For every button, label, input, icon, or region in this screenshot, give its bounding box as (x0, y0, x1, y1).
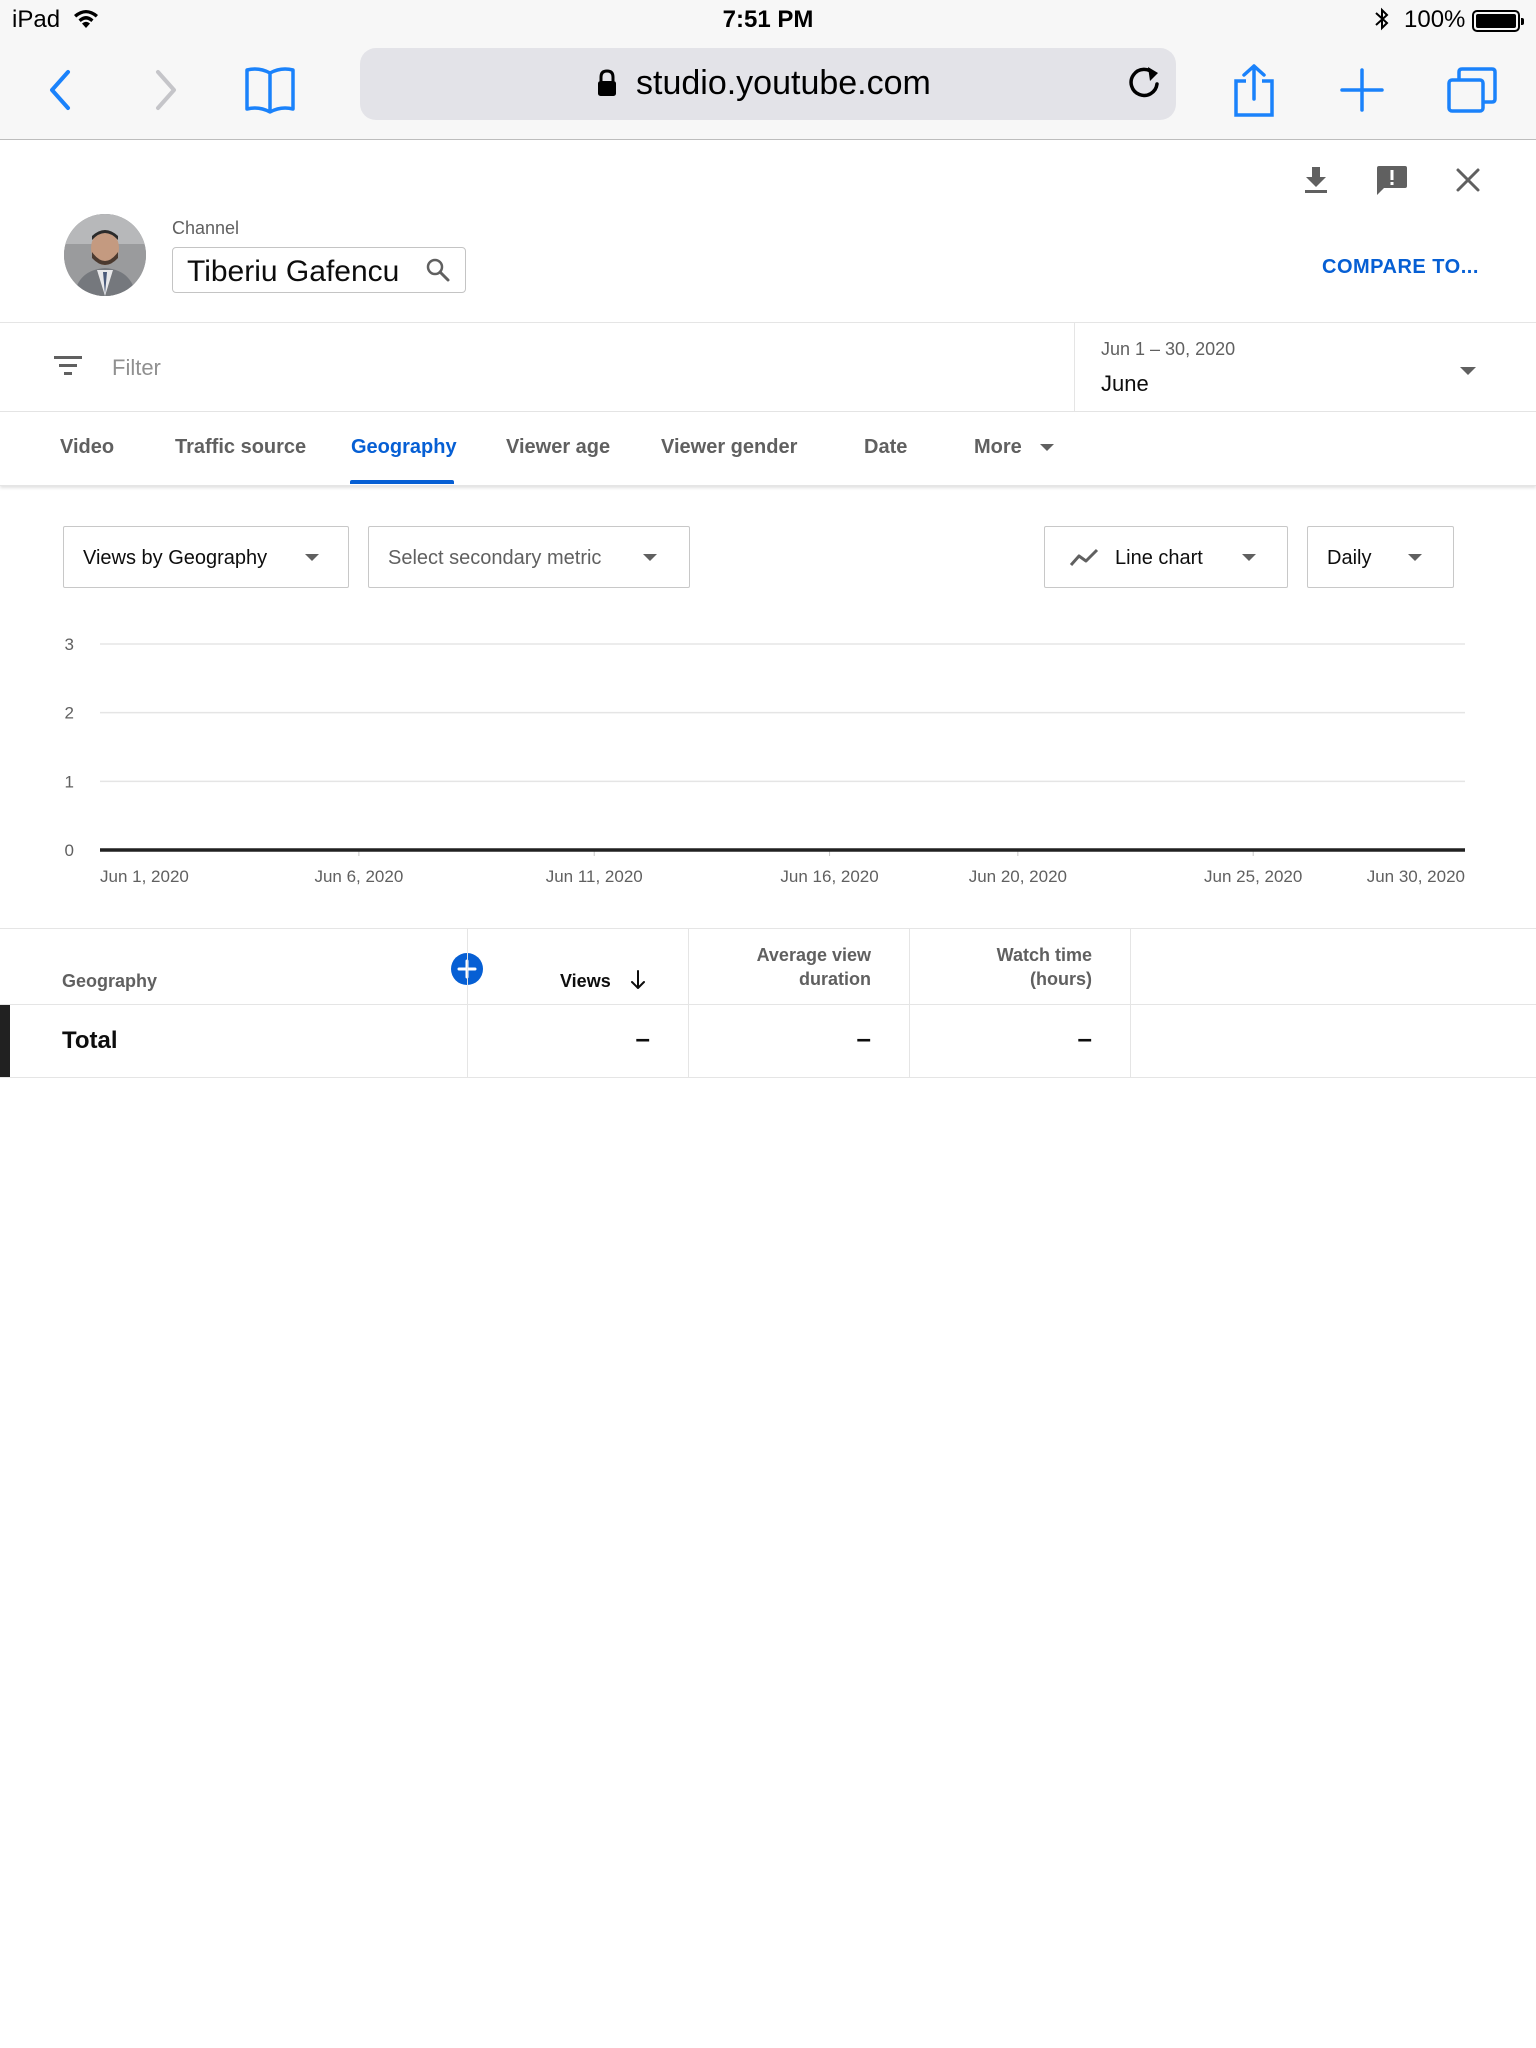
search-icon (425, 257, 451, 288)
x-tick-label: Jun 6, 2020 (314, 867, 403, 886)
primary-metric-label: Views by Geography (83, 547, 268, 569)
battery-icon (1472, 10, 1524, 32)
tab-viewer-age[interactable]: Viewer age (506, 436, 610, 459)
close-icon (1456, 168, 1480, 192)
column-divider (909, 928, 910, 1078)
column-divider (688, 928, 689, 1078)
close-button[interactable] (1448, 160, 1488, 200)
y-tick-label: 0 (65, 841, 74, 860)
x-tick-label: Jun 20, 2020 (969, 867, 1067, 886)
total-watch-time: – (1077, 1023, 1092, 1053)
plus-icon (1340, 68, 1384, 112)
date-range-selector[interactable]: Jun 1 – 30, 2020 June (1074, 323, 1536, 411)
views-header-label: Views (560, 971, 611, 991)
arrow-down-icon (630, 970, 645, 989)
tab-viewer-gender[interactable]: Viewer gender (661, 436, 797, 459)
reload-icon[interactable] (1124, 62, 1164, 107)
chevron-left-icon (50, 70, 70, 110)
tab-traffic-source[interactable]: Traffic source (175, 436, 306, 459)
caret-down-icon (1242, 554, 1256, 561)
column-header-watch-time[interactable]: Watch time (hours) (920, 943, 1092, 991)
date-range-text: Jun 1 – 30, 2020 (1101, 339, 1236, 359)
filter-icon[interactable] (52, 353, 84, 382)
caret-down-icon (643, 554, 657, 561)
feedback-icon (1377, 166, 1407, 195)
tab-video[interactable]: Video (60, 436, 114, 459)
tab-more[interactable]: More (974, 436, 1055, 459)
battery-percent: 100% (1404, 6, 1466, 33)
address-bar[interactable]: studio.youtube.com (360, 48, 1176, 120)
tabs-icon (1447, 67, 1497, 113)
book-icon (245, 67, 295, 114)
channel-caption: Channel (172, 218, 240, 238)
active-tab-indicator (350, 480, 454, 484)
download-button[interactable] (1296, 160, 1336, 200)
bookmarks-button[interactable] (238, 58, 302, 122)
primary-metric-select[interactable]: Views by Geography (63, 526, 349, 588)
channel-selector[interactable]: Tiberiu Gafencu (172, 247, 466, 293)
x-tick-label: Jun 1, 2020 (100, 867, 189, 886)
avg-view-duration-line1: Average view (756, 945, 871, 965)
report-tabs: Video Traffic source Geography Viewer ag… (0, 412, 1536, 486)
total-label: Total (62, 1027, 118, 1054)
line-chart-icon (1069, 548, 1099, 566)
share-button[interactable] (1222, 58, 1286, 122)
status-bar: iPad 7:51 PM 100% (0, 0, 1536, 40)
browser-toolbar: studio.youtube.com (0, 40, 1536, 140)
share-icon (1234, 64, 1274, 117)
date-period-label: June (1101, 371, 1149, 396)
download-icon (1305, 167, 1327, 193)
total-views: – (635, 1023, 650, 1053)
column-header-views[interactable]: Views (560, 969, 646, 993)
table-row-total: Total – – – (0, 1005, 1536, 1078)
x-tick-label: Jun 25, 2020 (1204, 867, 1302, 886)
lock-icon (596, 68, 618, 103)
clock: 7:51 PM (722, 6, 814, 33)
interval-select[interactable]: Daily (1307, 526, 1454, 588)
watch-time-line2: (hours) (1030, 969, 1092, 989)
line-chart: 3 2 1 0 Jun 1, 2020 Jun 6, 2020 Jun 11, 2020 Ju… (65, 635, 1465, 886)
table-header-row: Geography Views Average view duration Wa… (0, 928, 1536, 1005)
forward-button[interactable] (134, 58, 198, 122)
back-button[interactable] (28, 58, 92, 122)
chevron-right-icon (156, 70, 176, 110)
chart-type-label: Line chart (1115, 547, 1203, 569)
interval-label: Daily (1327, 547, 1372, 569)
feedback-button[interactable] (1372, 160, 1412, 200)
secondary-metric-select[interactable]: Select secondary metric (368, 526, 690, 588)
caret-down-icon (1040, 444, 1055, 452)
column-header-geography: Geography (62, 971, 158, 991)
y-tick-label: 1 (65, 772, 74, 791)
bluetooth-icon (1372, 6, 1392, 37)
caret-down-icon (305, 554, 319, 561)
chart-type-select[interactable]: Line chart (1044, 526, 1288, 588)
filter-input[interactable]: Filter (112, 355, 161, 381)
y-tick-label: 2 (65, 704, 74, 723)
avatar (64, 214, 146, 296)
channel-name: Tiberiu Gafencu (187, 255, 400, 288)
tab-geography[interactable]: Geography (351, 436, 457, 459)
tab-more-label: More (974, 436, 1022, 458)
column-divider (467, 928, 468, 1078)
tabs-button[interactable] (1440, 58, 1504, 122)
x-tick-label: Jun 16, 2020 (780, 867, 878, 886)
x-tick-label: Jun 11, 2020 (546, 867, 643, 886)
total-avg-view-duration: – (856, 1023, 871, 1053)
watch-time-line1: Watch time (996, 945, 1092, 965)
column-header-avg-view-duration[interactable]: Average view duration (700, 943, 871, 991)
y-tick-label: 3 (65, 635, 74, 654)
compare-to-button[interactable]: COMPARE TO... (1322, 256, 1479, 279)
filter-bar: Filter Jun 1 – 30, 2020 June (0, 322, 1536, 412)
x-tick-label: Jun 30, 2020 (1367, 867, 1465, 886)
row-color-marker (0, 1005, 10, 1077)
new-tab-button[interactable] (1330, 58, 1394, 122)
secondary-metric-label: Select secondary metric (388, 547, 602, 569)
column-divider (1130, 928, 1131, 1078)
url-text: studio.youtube.com (636, 64, 931, 102)
caret-down-icon (1459, 363, 1477, 381)
tab-date[interactable]: Date (864, 436, 907, 459)
avg-view-duration-line2: duration (799, 969, 871, 989)
caret-down-icon (1408, 554, 1422, 561)
